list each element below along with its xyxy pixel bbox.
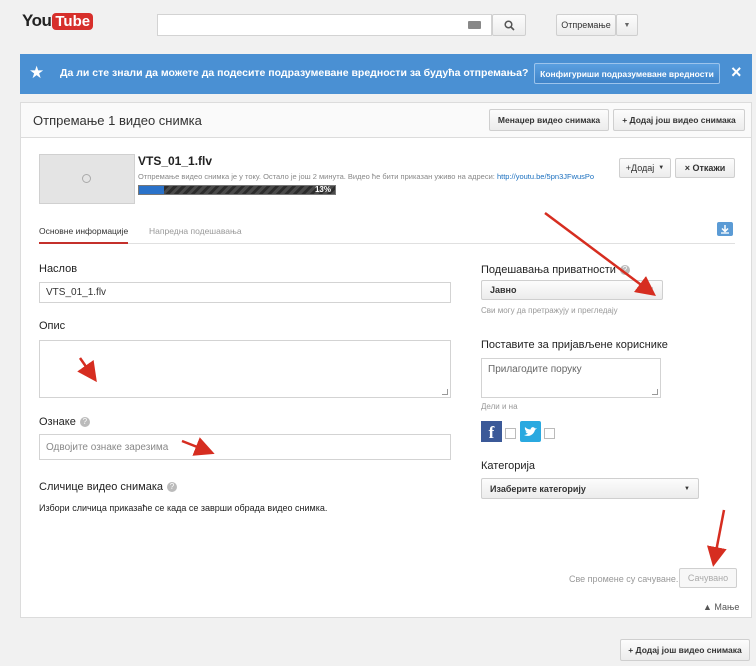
chevron-down-icon: ▼ [648,287,654,293]
privacy-select[interactable]: Јавно ▼ [481,280,663,300]
less-link[interactable]: ▲ Мање [703,602,739,612]
video-manager-label: Менаџер видео снимака [497,115,601,125]
title-value: VTS_01_1.flv [46,287,107,298]
facebook-icon[interactable]: f [481,421,502,442]
saved-button[interactable]: Сачувано [679,568,737,588]
tab-basic-info[interactable]: Основне информације [39,226,129,244]
upload-status: Отпремање видео снимка је у току. Остало… [138,172,614,181]
banner-text: Да ли сте знали да можете да подесите по… [60,67,529,79]
youtube-logo[interactable]: You Tube [22,10,94,32]
logo-tube: Tube [52,12,94,30]
share-note: Дели и на [481,402,518,411]
top-header: You Tube Отпремање ▼ [0,0,756,44]
search-icon [503,19,515,31]
close-icon[interactable]: × [731,61,742,83]
thumbnails-text: Избори сличица приказаће се када се завр… [39,503,328,513]
saved-label: Сачувано [687,573,729,583]
upload-header: Отпремање 1 видео снимка Менаџер видео с… [20,102,752,138]
twitter-bird-icon [524,427,537,436]
cancel-label: × Откажи [684,163,726,173]
thumbnails-label-row: Сличице видео снимака? [39,481,178,493]
saved-status: Све промене су сачуване. [569,574,679,584]
add-more-videos-label: + Додај још видео снимака [622,115,736,125]
twitter-checkbox[interactable] [544,428,555,439]
search-input[interactable] [157,14,492,36]
add-label: +Додај [625,163,655,173]
help-icon[interactable]: ? [79,417,90,428]
category-selected: Изаберите категорију [490,483,586,494]
tags-label: Ознаке [39,416,76,428]
tags-label-row: Ознаке? [39,416,90,428]
privacy-label: Подешавања приватности [481,264,616,276]
privacy-note: Сви могу да претражују и прегледају [481,306,618,315]
description-textarea[interactable] [39,340,451,398]
configure-defaults-label: Конфигуриши подразумеване вредности [540,68,714,79]
chevron-down-icon: ▼ [658,165,665,171]
chevron-down-icon: ▼ [684,485,690,492]
tab-bar: Основне информације Напредна подешавања [39,220,735,244]
category-select[interactable]: Изаберите категорију ▼ [481,478,699,499]
bottom-add-more-videos-button[interactable]: + Додај још видео снимака [620,639,750,661]
info-banner: ★ Да ли сте знали да можете да подесите … [20,54,752,94]
video-url-link[interactable]: http://youtu.be/5pn3JFwusPo [497,172,594,181]
share-placeholder: Прилагодите поруку [488,364,582,375]
download-icon[interactable] [717,222,733,236]
video-title: VTS_01_1.flv [138,154,213,168]
facebook-checkbox[interactable] [505,428,516,439]
loading-icon [82,174,91,183]
cancel-button[interactable]: × Откажи [675,158,735,178]
progress-fill [139,186,165,194]
resize-handle-icon[interactable] [442,389,448,395]
resize-handle-icon[interactable] [652,389,658,395]
help-icon[interactable]: ? [167,482,178,493]
progress-label: 13% [314,185,331,194]
upload-title: Отпремање 1 видео снимка [33,113,202,128]
twitter-icon[interactable] [520,421,541,442]
progress-bar: 13% [138,185,336,195]
tags-placeholder: Одвојите ознаке зарезима [46,441,169,453]
configure-defaults-button[interactable]: Конфигуриши подразумеване вредности [534,63,720,84]
privacy-selected: Јавно [490,285,517,295]
title-label: Наслов [39,263,78,275]
tab-advanced-settings[interactable]: Напредна подешавања [149,226,242,236]
title-input[interactable]: VTS_01_1.flv [39,282,451,303]
privacy-label-row: Подешавања приватности? [481,264,630,276]
upload-status-text: Отпремање видео снимка је у току. Остало… [138,172,495,181]
share-message-textarea[interactable]: Прилагодите поруку [481,358,661,398]
upload-panel: VTS_01_1.flv Отпремање видео снимка је у… [20,138,752,618]
description-label: Опис [39,320,66,332]
keyboard-icon[interactable] [468,21,481,29]
logo-you: You [22,11,52,30]
add-button[interactable]: +Додај ▼ [619,158,671,178]
thumbnails-label: Сличице видео снимака [39,481,164,493]
download-arrow-icon [721,225,729,234]
bottom-add-more-videos-label: + Додај још видео снимака [628,645,742,655]
star-icon: ★ [29,63,45,82]
video-manager-button[interactable]: Менаџер видео снимака [489,109,609,131]
category-label: Категорија [481,460,536,472]
help-icon[interactable]: ? [619,265,630,276]
upload-button[interactable]: Отпремање [556,14,616,36]
chevron-down-icon: ▼ [623,21,631,29]
upload-label: Отпремање [561,20,611,30]
share-label: Поставите за пријављене кориснике [481,339,668,351]
tags-input[interactable]: Одвојите ознаке зарезима [39,434,451,460]
add-more-videos-button[interactable]: + Додај још видео снимака [613,109,745,131]
upload-dropdown-button[interactable]: ▼ [616,14,638,36]
video-thumbnail [39,154,135,204]
search-button[interactable] [492,14,526,36]
